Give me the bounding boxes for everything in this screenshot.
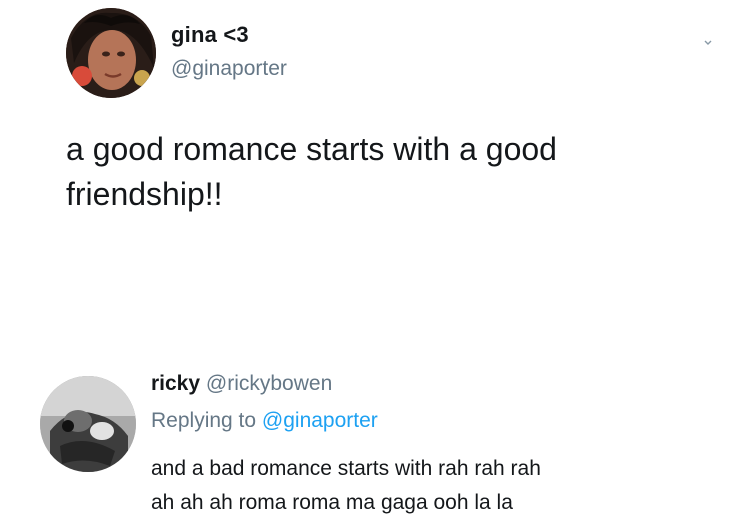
tweet-text-line: a good romance starts with a good [66, 131, 557, 167]
replying-to-label: Replying to [151, 409, 257, 432]
replying-to-link[interactable]: @ginaporter [262, 409, 378, 432]
tweet-text-line: friendship!! [66, 176, 223, 212]
username[interactable]: @rickybowen [206, 372, 332, 395]
reply-text: and a bad romance starts with rah rah ra… [151, 452, 711, 520]
profile-photo-icon [66, 8, 156, 98]
username[interactable]: @ginaporter [171, 57, 287, 81]
chevron-down-icon[interactable] [703, 38, 713, 48]
reply-text-line: and a bad romance starts with rah rah ra… [151, 457, 541, 480]
reply-header: ricky @rickybowen [151, 372, 332, 396]
avatar[interactable] [40, 376, 136, 472]
replying-to: Replying to @ginaporter [151, 409, 378, 433]
display-name[interactable]: gina <3 [171, 22, 249, 48]
reply-text-line: ah ah ah roma roma ma gaga ooh la la [151, 491, 513, 514]
tweet-text: a good romance starts with a good friend… [66, 127, 686, 217]
avatar[interactable] [66, 8, 156, 98]
display-name[interactable]: ricky [151, 372, 200, 395]
profile-photo-bw-icon [40, 376, 136, 472]
